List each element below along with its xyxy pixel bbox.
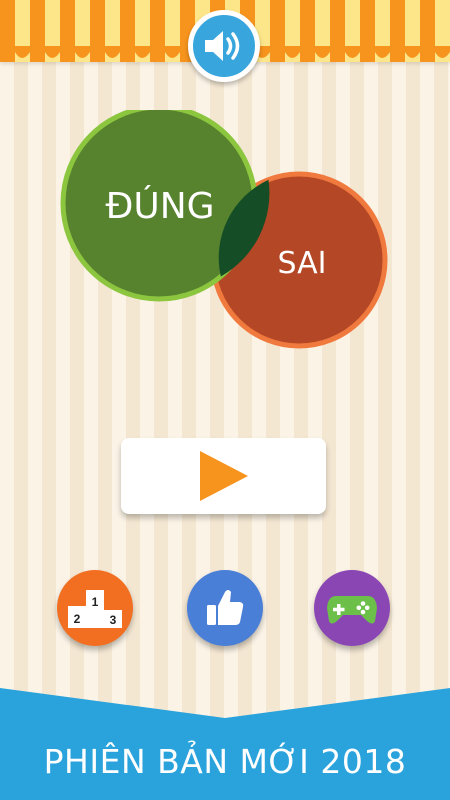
play-button[interactable]: [121, 438, 326, 514]
sound-toggle-button[interactable]: [188, 10, 260, 82]
leaderboard-button[interactable]: 1 2 3: [57, 570, 133, 646]
thumbs-up-icon: [207, 590, 244, 625]
gamepad-icon: [327, 596, 377, 624]
podium-first: 1: [92, 595, 99, 609]
game-logo: ĐÚNG SAI: [60, 110, 388, 349]
more-games-button[interactable]: [314, 570, 390, 646]
footer-banner-text: PHIÊN BẢN MỚI 2018: [43, 742, 407, 781]
podium-second: 2: [74, 612, 81, 626]
podium-third: 3: [110, 613, 117, 627]
logo-true-label: ĐÚNG: [105, 185, 214, 227]
logo-false-label: SAI: [278, 246, 327, 281]
leaderboard-podium-icon: 1 2 3: [68, 590, 122, 628]
like-button[interactable]: [187, 570, 263, 646]
speaker-volume-icon: [205, 31, 240, 61]
game-menu-screen: ĐÚNG SAI 1 2 3 PHIÊN BẢN MỚI 2018: [0, 0, 450, 800]
play-triangle-icon: [199, 451, 248, 501]
